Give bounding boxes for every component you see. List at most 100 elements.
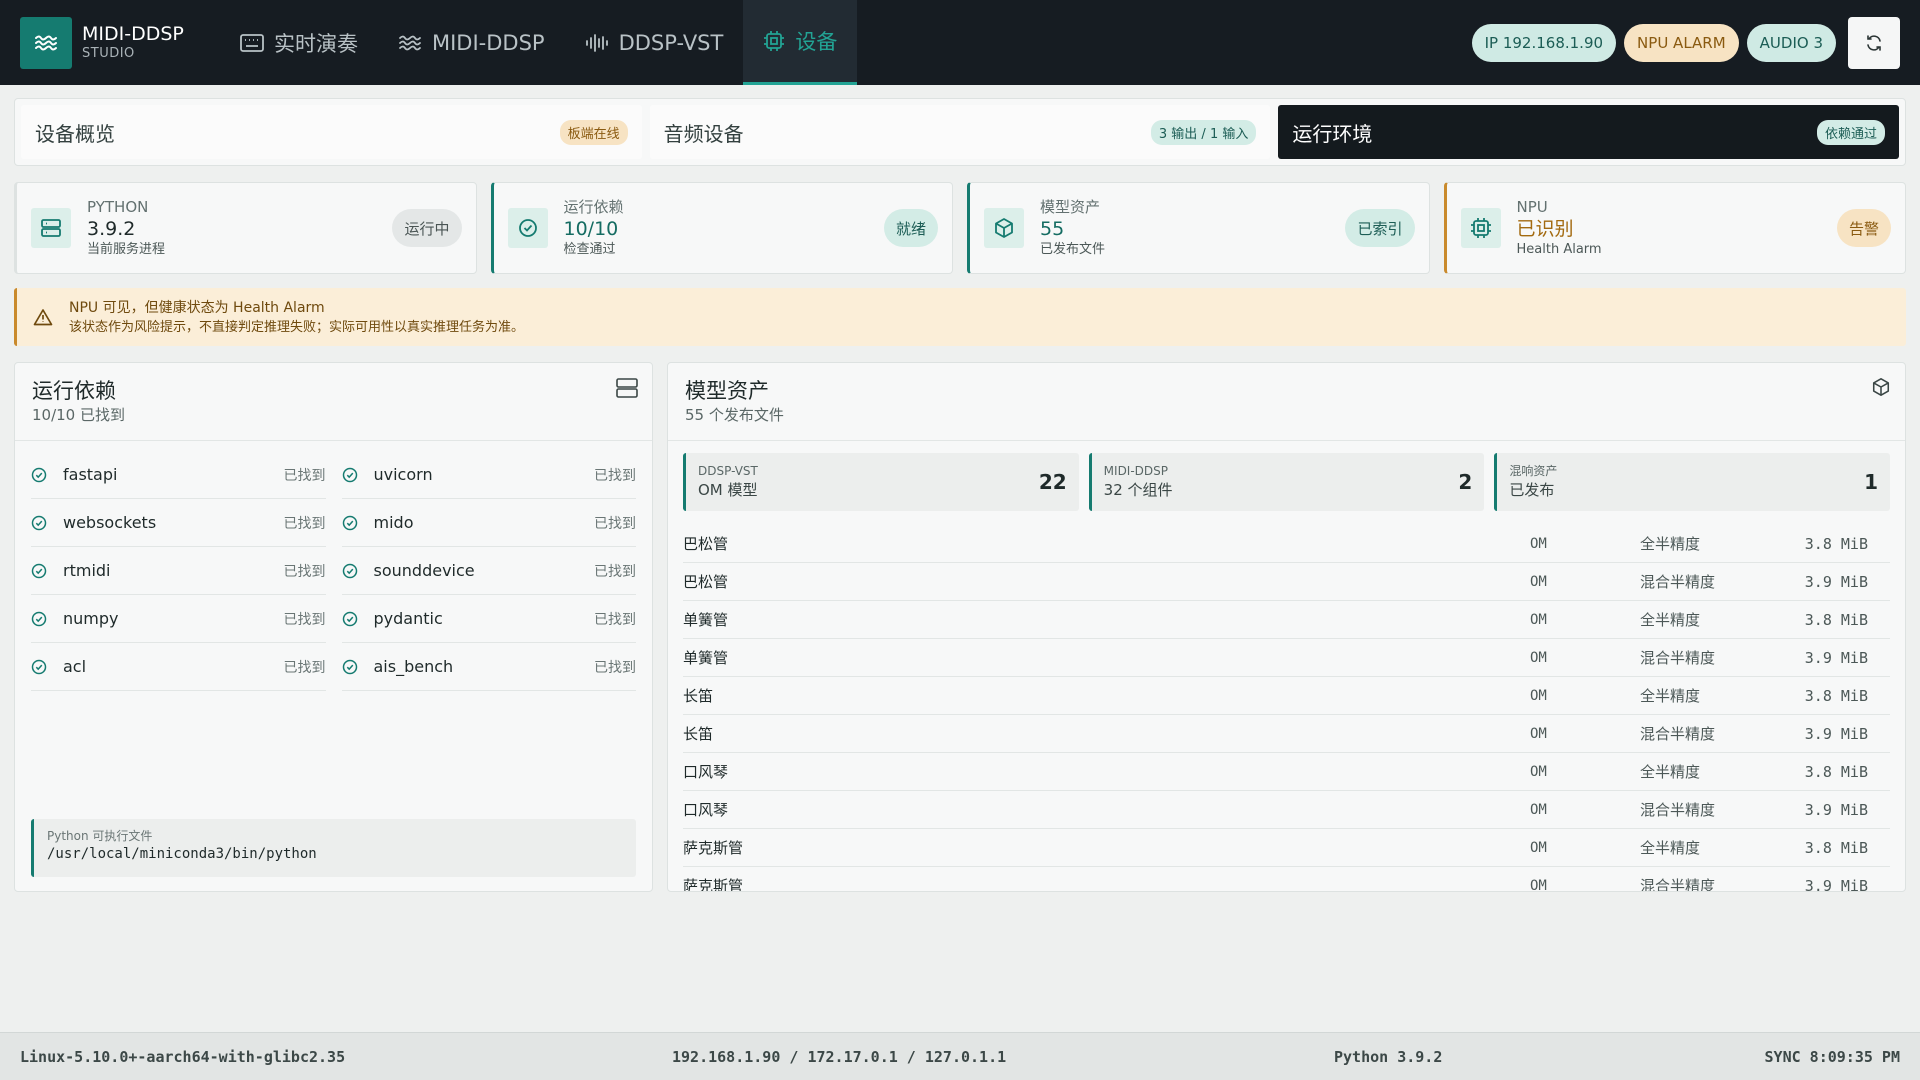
stat-card-assets: 模型资产 55 已发布文件 已索引 — [967, 182, 1430, 274]
device-subtabs: 设备概览 板端在线 音频设备 3 输出 / 1 输入 运行环境 依赖通过 — [14, 98, 1906, 166]
server-icon — [31, 208, 71, 248]
subtab-overview-label: 设备概览 — [35, 121, 115, 146]
model-precision: 全半精度 — [1640, 687, 1701, 705]
ip-status-pill: IP 192.168.1.90 — [1471, 23, 1617, 62]
model-row[interactable]: 巴松管 OM 混合半精度 3.9 MiB — [683, 563, 1890, 601]
check-circle-icon — [31, 563, 47, 578]
model-size: 3.8 MiB — [1804, 534, 1868, 553]
audio-status-pill: AUDIO 3 — [1746, 23, 1836, 62]
tab-midi-ddsp[interactable]: MIDI-DDSP — [378, 0, 565, 85]
dependency-status: 已找到 — [594, 659, 636, 676]
model-name: 口风琴 — [683, 801, 729, 819]
model-precision: 混合半精度 — [1640, 573, 1716, 591]
subtab-audio-devices[interactable]: 音频设备 3 输出 / 1 输入 — [649, 105, 1271, 159]
model-name: 口风琴 — [683, 763, 729, 781]
stat-card-deps: 运行依赖 10/10 检查通过 就绪 — [490, 182, 953, 274]
asset-group-card: 混响资产 已发布 1 — [1494, 453, 1891, 511]
brand-subtitle: STUDIO — [82, 45, 135, 61]
check-circle-icon — [342, 467, 357, 482]
dependency-status: 已找到 — [283, 611, 326, 628]
model-row[interactable]: 长笛 OM 全半精度 3.8 MiB — [683, 677, 1890, 715]
top-bar: MIDI-DDSP STUDIO 实时演奏 MIDI-DDSP DDSP-VST… — [0, 0, 1920, 85]
subtab-overview-tag: 板端在线 — [559, 119, 628, 145]
status-badge: 已索引 — [1345, 209, 1415, 247]
tab-device-label: 设备 — [795, 30, 838, 54]
stat-value: 已识别 — [1516, 217, 1574, 240]
model-precision: 全半精度 — [1640, 763, 1701, 781]
model-row[interactable]: 单簧管 OM 全半精度 3.8 MiB — [683, 601, 1890, 639]
subtab-runtime[interactable]: 运行环境 依赖通过 — [1278, 105, 1900, 159]
check-circle-icon — [31, 467, 47, 482]
model-size: 3.8 MiB — [1804, 610, 1868, 629]
dependency-row: sounddevice 已找到 — [341, 547, 636, 595]
dependency-name: mido — [373, 513, 414, 532]
dependency-row: acl 已找到 — [31, 643, 326, 691]
model-format: OM — [1530, 573, 1547, 590]
model-row[interactable]: 萨克斯管 OM 混合半精度 3.9 MiB — [683, 867, 1890, 892]
dependency-status: 已找到 — [594, 467, 636, 484]
status-badge: 就绪 — [883, 209, 938, 247]
dependency-status: 已找到 — [283, 563, 326, 580]
model-precision: 全半精度 — [1640, 611, 1701, 629]
model-name: 长笛 — [683, 687, 714, 705]
tab-ddsp-vst-label: DDSP-VST — [618, 30, 724, 55]
status-badge: 告警 — [1836, 209, 1891, 247]
tab-device[interactable]: 设备 — [743, 0, 858, 85]
logo-waves-icon — [20, 16, 72, 69]
stat-label: NPU — [1516, 197, 1548, 216]
dependency-status: 已找到 — [283, 515, 326, 532]
model-name: 巴松管 — [683, 535, 729, 553]
model-format: OM — [1530, 839, 1547, 856]
dependency-name: sounddevice — [373, 561, 475, 580]
asset-group-count: 1 — [1864, 470, 1879, 494]
check-circle-icon — [31, 611, 47, 626]
cube-icon — [1872, 378, 1890, 396]
model-row[interactable]: 萨克斯管 OM 全半精度 3.8 MiB — [683, 829, 1890, 867]
tab-live-play[interactable]: 实时演奏 — [220, 0, 378, 85]
model-format: OM — [1530, 649, 1547, 666]
model-row[interactable]: 口风琴 OM 全半精度 3.8 MiB — [683, 753, 1890, 791]
asset-group-count: 22 — [1038, 470, 1067, 494]
asset-group-card: DDSP-VST OM 模型 22 — [683, 453, 1079, 511]
model-row[interactable]: 口风琴 OM 混合半精度 3.9 MiB — [683, 791, 1890, 829]
model-list[interactable]: 巴松管 OM 全半精度 3.8 MiB 巴松管 OM 混合半精度 3.9 MiB 单簧管 OM 全半… — [668, 525, 1905, 892]
dependency-name: fastapi — [63, 465, 118, 484]
model-row[interactable]: 巴松管 OM 全半精度 3.8 MiB — [683, 525, 1890, 563]
tab-ddsp-vst[interactable]: DDSP-VST — [565, 0, 744, 85]
dependency-row: pydantic 已找到 — [341, 595, 636, 643]
panel-subtitle: 55 个发布文件 — [685, 406, 784, 424]
asset-group-label: 混响资产 — [1509, 464, 1558, 478]
model-name: 巴松管 — [683, 573, 729, 591]
model-row[interactable]: 单簧管 OM 混合半精度 3.9 MiB — [683, 639, 1890, 677]
refresh-button[interactable] — [1848, 16, 1900, 69]
dependency-name: pydantic — [373, 609, 443, 628]
footer-python-version: Python 3.9.2 — [1334, 1047, 1443, 1066]
asset-groups: DDSP-VST OM 模型 22 MIDI-DDSP 32 个组件 2 混响资产 已发布 1 — [668, 453, 1905, 511]
dependency-name: rtmidi — [63, 561, 111, 580]
stat-label: 运行依赖 — [563, 197, 624, 216]
model-row[interactable]: 长笛 OM 混合半精度 3.9 MiB — [683, 715, 1890, 753]
model-name: 长笛 — [683, 725, 714, 743]
dependency-row: numpy 已找到 — [31, 595, 326, 643]
python-executable-box: Python 可执行文件 /usr/local/miniconda3/bin/p… — [31, 819, 636, 877]
warning-triangle-icon — [33, 309, 53, 326]
check-circle-icon — [31, 515, 47, 530]
status-badge: 运行中 — [392, 209, 462, 247]
stat-card-npu: NPU 已识别 Health Alarm 告警 — [1443, 182, 1906, 274]
model-assets-panel: 模型资产 55 个发布文件 DDSP-VST OM 模型 22 MIDI-DDSP 32… — [667, 362, 1906, 892]
panel-title: 运行依赖 — [32, 379, 116, 403]
subtab-overview[interactable]: 设备概览 板端在线 — [21, 105, 642, 159]
check-circle-icon — [342, 659, 357, 674]
subtab-audio-tag: 3 输出 / 1 输入 — [1150, 119, 1257, 145]
dependency-row: uvicorn 已找到 — [341, 451, 636, 499]
asset-group-sub: OM 模型 — [698, 481, 758, 499]
python-executable-path: /usr/local/miniconda3/bin/python — [47, 846, 317, 862]
model-format: OM — [1530, 725, 1547, 742]
dependency-row: mido 已找到 — [341, 499, 636, 547]
alert-description: 该状态作为风险提示，不直接判定推理失败；实际可用性以真实推理任务为准。 — [69, 319, 525, 335]
stat-sub: 检查通过 — [563, 241, 616, 257]
dependency-status: 已找到 — [594, 611, 636, 628]
subtab-audio-label: 音频设备 — [663, 121, 744, 146]
main-nav: 实时演奏 MIDI-DDSP DDSP-VST 设备 — [220, 0, 858, 85]
model-precision: 混合半精度 — [1640, 877, 1716, 892]
